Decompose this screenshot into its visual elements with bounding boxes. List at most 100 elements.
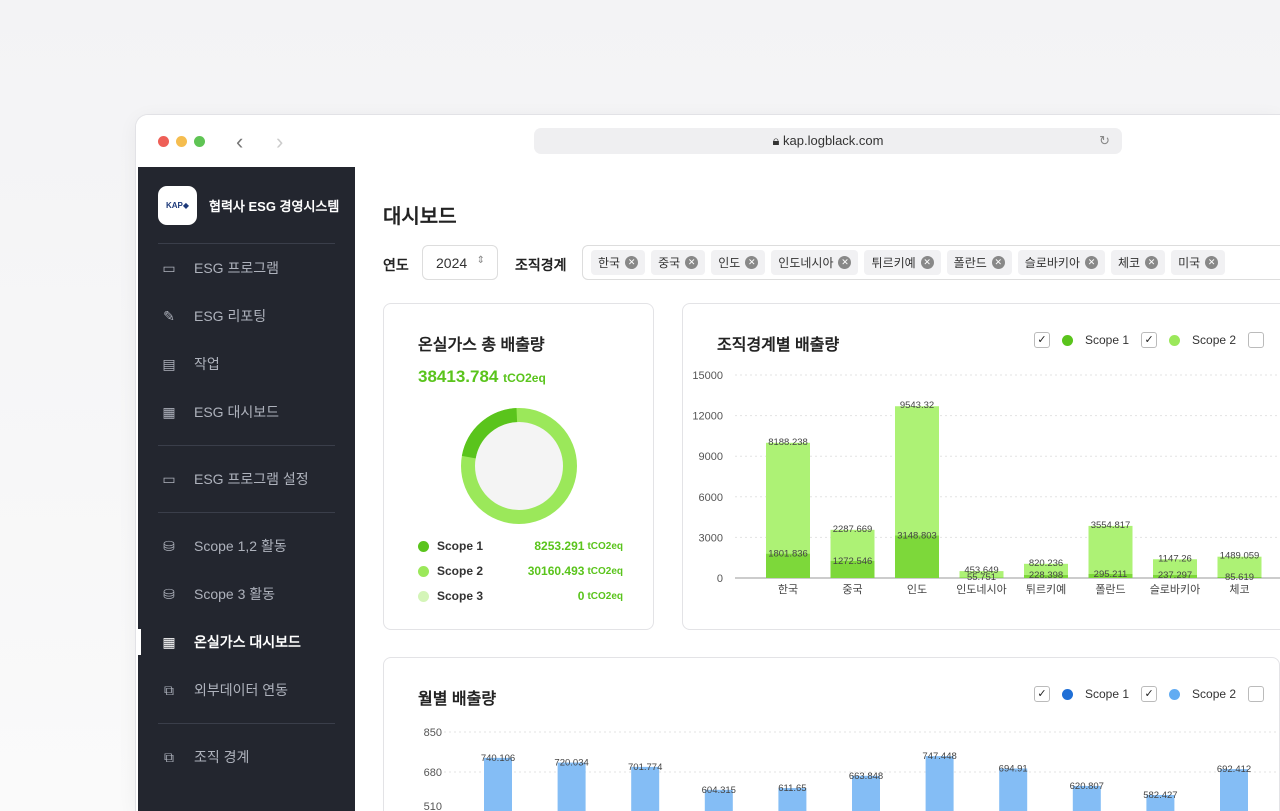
data-label: 85.619 <box>1225 572 1254 583</box>
remove-tag-icon[interactable]: ✕ <box>838 256 852 269</box>
scope-row: Scope 2 30160.493 tCO2eq <box>418 564 623 578</box>
sidebar-item[interactable]: ⧉ 외부데이터 연동 <box>138 666 355 714</box>
remove-tag-icon[interactable]: ✕ <box>685 256 699 269</box>
bar-scope2 <box>1088 525 1133 575</box>
bar-monthly <box>557 762 586 811</box>
reload-icon[interactable]: ↻ <box>1099 128 1110 154</box>
remove-tag-icon[interactable]: ✕ <box>920 256 934 269</box>
org-tag: 미국 ✕ <box>1171 250 1226 275</box>
data-label: 740.106 <box>481 753 515 764</box>
bar-monthly <box>484 757 512 811</box>
link-icon: ⧉ <box>164 681 174 698</box>
data-label: 1147.26 <box>1158 553 1192 564</box>
sidebar-item[interactable]: ✎ ESG 리포팅 <box>138 292 355 340</box>
x-tick-label: 한국 <box>778 583 798 596</box>
address-bar[interactable]: 🔒︎ kap.logblack.com ↻ <box>534 128 1122 154</box>
sidebar-item-label: ESG 프로그램 설정 <box>194 471 309 487</box>
data-label: 2287.669 <box>833 524 873 535</box>
total-emissions-card: 온실가스 총 배출량 38413.784 tCO2eq Scope 1 8253.… <box>383 303 654 630</box>
year-select[interactable]: 2024 ⇕ <box>422 245 498 280</box>
remove-tag-icon[interactable]: ✕ <box>1205 256 1219 269</box>
remove-tag-icon[interactable]: ✕ <box>745 256 759 269</box>
org-multiselect[interactable]: 한국 ✕ 중국 ✕ 인도 ✕ 인도네시아 ✕ 튀르키예 ✕ 폴란드 ✕ 슬로바키아 ✕ 체코 ✕ 미국 ✕ <box>582 245 1280 280</box>
sidebar-item-label: 작업 <box>194 356 220 372</box>
org-tag: 중국 ✕ <box>651 250 706 275</box>
sidebar-item[interactable]: ⛁ Scope 1,2 활동 <box>138 522 355 570</box>
remove-tag-icon[interactable]: ✕ <box>991 256 1005 269</box>
scope-dot <box>418 540 429 552</box>
y-tick-label: 3000 <box>699 532 723 544</box>
brand[interactable]: KAP◆ 협력사 ESG 경영시스템 <box>138 167 355 243</box>
bar-monthly <box>925 756 954 811</box>
grid-icon: ▦ <box>162 403 176 420</box>
remove-tag-icon[interactable]: ✕ <box>1084 256 1098 269</box>
forward-icon[interactable]: › <box>276 129 283 155</box>
data-label: 582.427 <box>1143 790 1177 801</box>
data-label: 820.236 <box>1029 558 1063 569</box>
divider <box>158 723 335 724</box>
pencil-icon: ✎ <box>163 307 175 324</box>
close-window-button[interactable] <box>158 136 169 147</box>
org-tag: 슬로바키아 ✕ <box>1017 250 1105 275</box>
divider <box>158 512 335 513</box>
database-icon: ⛁ <box>163 537 175 554</box>
year-label: 연도 <box>383 257 409 273</box>
data-label: 8188.238 <box>768 437 808 448</box>
updown-icon: ⇕ <box>476 255 485 266</box>
scope-row: Scope 1 8253.291 tCO2eq <box>418 539 623 553</box>
maximize-window-button[interactable] <box>194 136 205 147</box>
brand-title: 협력사 ESG 경영시스템 <box>209 198 340 214</box>
minimize-window-button[interactable] <box>176 136 187 147</box>
org-tag-label: 한국 <box>598 256 621 270</box>
sidebar-item-label: ESG 프로그램 <box>194 260 279 276</box>
monthly-bar-chart: 510 680 850 740.106 720.034 701.774 604.315 611… <box>424 727 1279 811</box>
org-bar-chart: 0 3000 6000 9000 12000 15000 8188.238 1801.836 한… <box>692 370 1280 596</box>
org-tag: 한국 ✕ <box>591 250 646 275</box>
data-label: 663.848 <box>849 771 883 782</box>
sidebar-item-label: ESG 대시보드 <box>194 404 279 420</box>
x-tick-label: 폴란드 <box>1095 583 1125 596</box>
sidebar-item[interactable]: ▭ ESG 프로그램 설정 <box>138 455 355 503</box>
back-icon[interactable]: ‹ <box>236 129 243 155</box>
sidebar-item[interactable]: ▭ ESG 프로그램 <box>138 244 355 292</box>
scope-unit: tCO2eq <box>587 540 623 552</box>
remove-tag-icon[interactable]: ✕ <box>1145 256 1159 269</box>
org-tag-label: 인도 <box>718 256 741 270</box>
sidebar-item[interactable]: ⛁ Scope 3 활동 <box>138 570 355 618</box>
y-tick-label: 12000 <box>692 411 723 423</box>
data-label: 55.751 <box>967 572 996 583</box>
sidebar-item[interactable]: ⧉ 조직 경계 <box>138 733 355 781</box>
sidebar-item-label: 조직 경계 <box>194 749 250 765</box>
bar-scope2 <box>766 442 810 554</box>
org-tag: 폴란드 ✕ <box>946 250 1012 275</box>
document-icon: ▤ <box>162 355 176 372</box>
x-tick-label: 튀르키예 <box>1026 583 1066 596</box>
x-tick-label: 인도 <box>907 583 927 596</box>
x-tick-label: 체코 <box>1229 583 1249 596</box>
scope-unit: tCO2eq <box>587 565 623 577</box>
y-tick-label: 6000 <box>699 492 723 504</box>
sidebar: KAP◆ 협력사 ESG 경영시스템 ▭ ESG 프로그램 ✎ ESG 리포팅 ▤ 작업 ▦ E… <box>138 167 355 811</box>
scope-row: Scope 3 0 tCO2eq <box>418 589 623 603</box>
sidebar-item-label: 온실가스 대시보드 <box>194 634 301 650</box>
sidebar-item-label: ESG 리포팅 <box>194 308 267 324</box>
org-tag: 인도 ✕ <box>711 250 766 275</box>
data-label: 1272.546 <box>833 556 873 567</box>
scope-value: 0 <box>577 589 585 603</box>
org-label: 조직경계 <box>515 257 567 273</box>
scope-value: 30160.493 <box>527 564 585 578</box>
browser-window: ‹ › 🔒︎ kap.logblack.com ↻ KAP◆ 협력사 ESG 경영시… <box>136 115 1280 811</box>
sidebar-item[interactable]: ▦ 온실가스 대시보드 <box>138 618 355 666</box>
data-label: 604.315 <box>702 785 736 796</box>
kap-logo: KAP◆ <box>158 185 197 225</box>
data-label: 620.807 <box>1070 781 1104 792</box>
org-tag-label: 슬로바키아 <box>1024 256 1080 270</box>
scope-value: 8253.291 <box>534 539 585 553</box>
donut-chart <box>461 408 577 524</box>
remove-tag-icon[interactable]: ✕ <box>625 256 639 269</box>
sidebar-item[interactable]: ▦ ESG 대시보드 <box>138 388 355 436</box>
total-value: 38413.784 tCO2eq <box>418 367 546 386</box>
data-label: 1489.059 <box>1220 551 1260 562</box>
data-label: 9543.32 <box>900 400 934 411</box>
sidebar-item[interactable]: ▤ 작업 <box>138 340 355 388</box>
